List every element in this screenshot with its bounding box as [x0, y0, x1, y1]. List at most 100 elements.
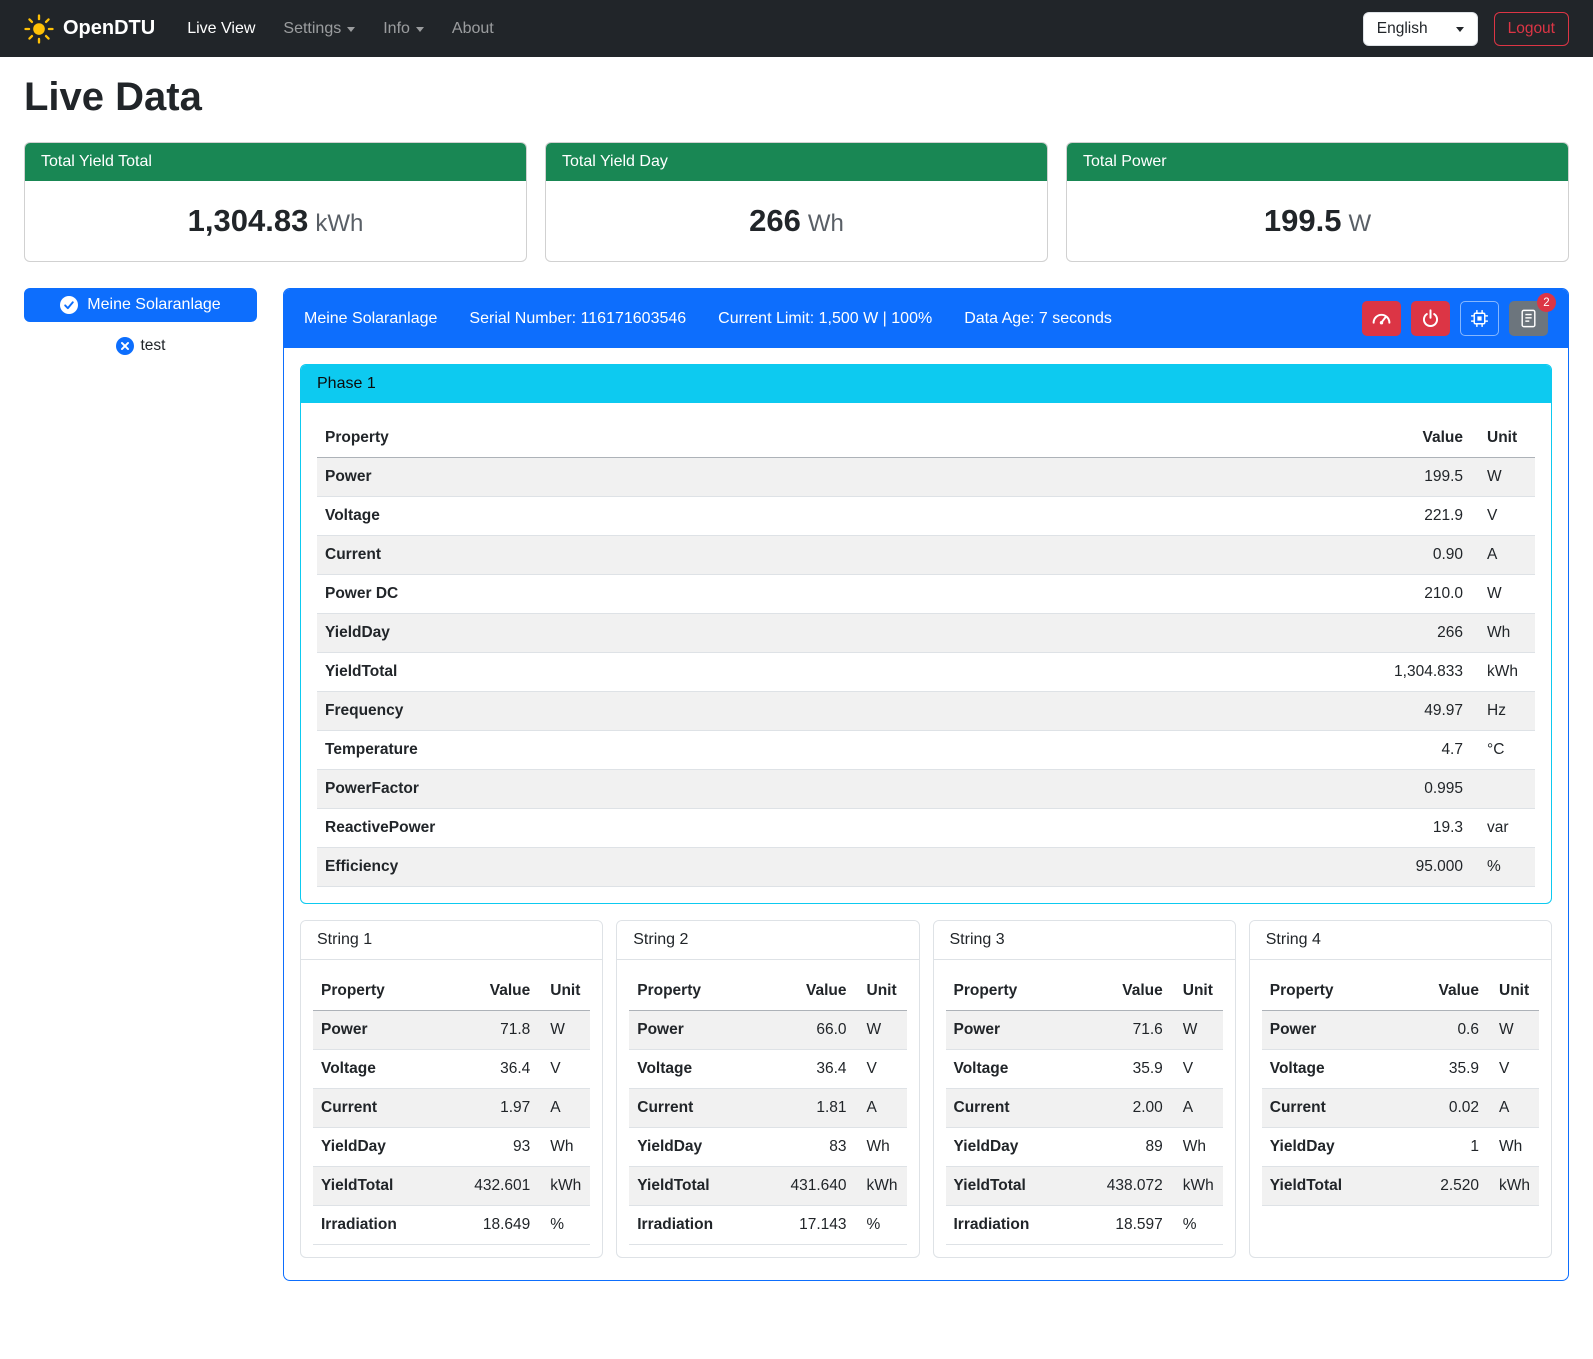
value-cell: 2.00 — [1089, 1089, 1171, 1128]
table-row: YieldDay 83 Wh — [629, 1128, 906, 1167]
inverter-actions: 2 — [1362, 301, 1548, 336]
string-card-3: String 3 Property Value Unit — [933, 920, 1236, 1258]
property-cell: Temperature — [317, 731, 1321, 770]
inverter-panel-header: Meine Solaranlage Serial Number: 1161716… — [284, 289, 1568, 348]
table-row: Voltage 36.4 V — [629, 1050, 906, 1089]
column-header-value: Value — [456, 972, 538, 1011]
table-row: Irradiation 18.649 % — [313, 1206, 590, 1245]
property-cell: Voltage — [1262, 1050, 1405, 1089]
string-card-title: String 3 — [934, 921, 1235, 960]
unit-cell: kWh — [855, 1167, 907, 1206]
table-row: Current 1.97 A — [313, 1089, 590, 1128]
unit-cell: W — [855, 1011, 907, 1050]
value-cell: 438.072 — [1089, 1167, 1171, 1206]
power-icon — [1420, 308, 1441, 329]
value-cell: 266 — [1321, 614, 1471, 653]
event-log-button[interactable]: 2 — [1509, 301, 1548, 336]
unit-cell — [1471, 770, 1535, 809]
property-cell: Current — [317, 536, 1321, 575]
unit-cell: °C — [1471, 731, 1535, 770]
value-cell: 1 — [1405, 1128, 1487, 1167]
table-header-row: Property Value Unit — [629, 972, 906, 1011]
column-header-value: Value — [773, 972, 855, 1011]
value-cell: 93 — [456, 1128, 538, 1167]
inverter-panel-body: Phase 1 Property Value Unit — [284, 348, 1568, 1280]
gauge-icon — [1371, 308, 1392, 329]
column-header-property: Property — [946, 972, 1089, 1011]
string-card-title: String 2 — [617, 921, 918, 960]
brand[interactable]: OpenDTU — [24, 14, 155, 44]
column-header-value: Value — [1405, 972, 1487, 1011]
unit-cell: A — [1487, 1089, 1539, 1128]
value-cell: 18.597 — [1089, 1206, 1171, 1245]
table-row: YieldDay 89 Wh — [946, 1128, 1223, 1167]
table-row: Irradiation 17.143 % — [629, 1206, 906, 1245]
inverter-item-test[interactable]: test — [24, 337, 257, 355]
nav-item-about[interactable]: About — [440, 12, 506, 46]
device-info-button[interactable] — [1460, 301, 1499, 336]
phase-panel-body: Property Value Unit Power — [301, 403, 1551, 903]
unit-cell: kWh — [538, 1167, 590, 1206]
table-row: Current 0.02 A — [1262, 1089, 1539, 1128]
property-cell: Current — [946, 1089, 1089, 1128]
column-header-property: Property — [1262, 972, 1405, 1011]
table-row: Efficiency 95.000 % — [317, 848, 1535, 887]
table-row: Voltage 221.9 V — [317, 497, 1535, 536]
inverter-panel: Meine Solaranlage Serial Number: 1161716… — [283, 288, 1569, 1281]
table-row: Voltage 35.9 V — [1262, 1050, 1539, 1089]
summary-card-body: 266Wh — [546, 181, 1047, 261]
property-cell: Power — [313, 1011, 456, 1050]
table-row: YieldTotal 2.520 kWh — [1262, 1167, 1539, 1206]
inverter-serial: Serial Number: 116171603546 — [469, 310, 686, 328]
property-cell: Irradiation — [946, 1206, 1089, 1245]
chevron-down-icon — [347, 27, 355, 32]
property-cell: PowerFactor — [317, 770, 1321, 809]
brand-label: OpenDTU — [63, 17, 155, 40]
table-row: YieldDay 93 Wh — [313, 1128, 590, 1167]
logout-button[interactable]: Logout — [1494, 12, 1569, 46]
page-content: Live Data Total Yield Total 1,304.83kWh … — [0, 75, 1593, 1311]
unit-cell: Wh — [1471, 614, 1535, 653]
property-cell: Current — [1262, 1089, 1405, 1128]
nav-item-info[interactable]: Info — [371, 12, 436, 46]
value-cell: 221.9 — [1321, 497, 1471, 536]
value-cell: 210.0 — [1321, 575, 1471, 614]
property-cell: ReactivePower — [317, 809, 1321, 848]
table-row: YieldTotal 432.601 kWh — [313, 1167, 590, 1206]
nav-item-settings-label: Settings — [283, 20, 341, 38]
string-card-body: Property Value Unit Power — [617, 960, 918, 1257]
value-cell: 18.649 — [456, 1206, 538, 1245]
inverter-current-limit: Current Limit: 1,500 W | 100% — [718, 310, 932, 328]
unit-cell: % — [855, 1206, 907, 1245]
summary-card-title: Total Yield Day — [546, 143, 1047, 181]
chevron-down-icon — [1456, 27, 1464, 32]
string-card-body: Property Value Unit Power — [301, 960, 602, 1257]
table-row: Current 0.90 A — [317, 536, 1535, 575]
string-card-title: String 4 — [1250, 921, 1551, 960]
summary-card-body: 1,304.83kWh — [25, 181, 526, 261]
unit-cell: W — [1487, 1011, 1539, 1050]
property-cell: YieldDay — [317, 614, 1321, 653]
inverter-item-label: test — [141, 337, 166, 355]
unit-cell: V — [855, 1050, 907, 1089]
string-card-4: String 4 Property Value Unit — [1249, 920, 1552, 1258]
string-table: Property Value Unit Power — [1262, 972, 1539, 1206]
summary-card-total-yield-day: Total Yield Day 266Wh — [545, 142, 1048, 262]
limit-settings-button[interactable] — [1362, 301, 1401, 336]
power-settings-button[interactable] — [1411, 301, 1450, 336]
unit-cell: Wh — [538, 1128, 590, 1167]
string-card-body: Property Value Unit Power — [934, 960, 1235, 1257]
table-row: Current 2.00 A — [946, 1089, 1223, 1128]
nav-item-info-label: Info — [383, 20, 410, 38]
check-circle-icon — [60, 296, 78, 314]
summary-card-body: 199.5W — [1067, 181, 1568, 261]
table-header-row: Property Value Unit — [946, 972, 1223, 1011]
unit-cell: Wh — [1487, 1128, 1539, 1167]
nav-item-settings[interactable]: Settings — [271, 12, 367, 46]
value-cell: 1.81 — [773, 1089, 855, 1128]
language-select[interactable]: English — [1363, 12, 1478, 46]
column-header-property: Property — [629, 972, 772, 1011]
inverter-item-selected[interactable]: Meine Solaranlage — [24, 288, 257, 322]
phase-panel: Phase 1 Property Value Unit — [300, 364, 1552, 904]
nav-item-live-view[interactable]: Live View — [175, 12, 267, 46]
